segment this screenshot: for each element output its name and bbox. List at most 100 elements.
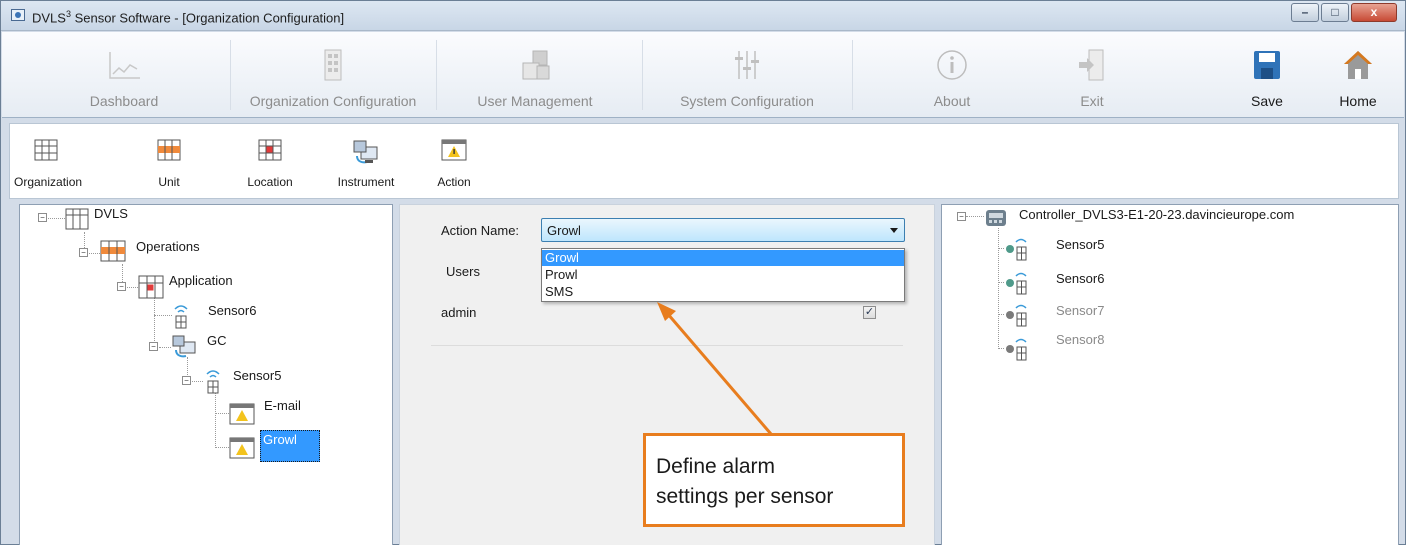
controller-sensor-5[interactable]: Sensor5 [1056,237,1104,252]
tree-node-gc[interactable]: GC [207,333,227,348]
toolbar-label: Organization Configuration [249,93,417,109]
tree-node-sensor6[interactable]: Sensor6 [208,303,256,318]
action-name-select[interactable]: Growl [541,218,905,242]
organization-grid-icon [65,208,89,230]
chevron-down-icon[interactable] [890,228,898,233]
instrument-computer-icon [353,140,378,164]
option-prowl[interactable]: Prowl [542,267,904,283]
dashboard-chart-icon [109,52,140,79]
grid-icon [34,139,58,161]
tree-node-dvls[interactable]: DVLS [94,206,128,221]
unit-grid-icon [100,240,126,262]
toolbar-system-configuration-button[interactable]: System Configuration [642,32,852,118]
tree-expander[interactable]: − [79,248,88,257]
tree-line [966,216,984,217]
sensor-icon [174,305,188,329]
title-bar: DVLS3 Sensor Software - [Organization Co… [1,1,1405,31]
toolbar-label: Dashboard [89,93,159,109]
location-grid-icon [138,275,164,299]
window-title: DVLS3 Sensor Software - [Organization Co… [32,9,345,26]
toolbar-label: About [933,93,971,109]
sensor-offline-icon [1006,338,1027,361]
toolbar-label: Exit [1080,93,1104,109]
tree-line [215,447,229,448]
floppy-disk-icon [1254,51,1280,79]
controller-icon [986,210,1006,226]
toolbar-label: Save [1251,93,1283,109]
tree-node-growl[interactable]: Growl [260,430,320,462]
option-growl[interactable]: Growl [542,250,904,266]
tree-line [154,315,172,316]
unit-grid-icon [157,139,181,161]
toolbar-label: System Configuration [680,93,814,109]
entity-toolbar-label: Organization [14,175,83,189]
tree-expander[interactable]: − [182,376,191,385]
add-instrument-button[interactable]: Instrument [324,124,408,198]
exit-door-icon [1079,49,1104,81]
add-unit-button[interactable]: Unit [142,124,196,198]
entity-toolbar-label: Unit [158,175,180,189]
tree-line [154,297,155,347]
toolbar-exit-button[interactable]: Exit [1037,32,1147,118]
controller-sensor-8[interactable]: Sensor8 [1056,332,1104,347]
tree-node-operations[interactable]: Operations [136,239,200,254]
action-name-label: Action Name: [441,223,520,238]
toolbar-save-button[interactable]: Save [1232,32,1302,118]
minimize-button[interactable]: – [1291,3,1319,22]
tree-expander[interactable]: − [38,213,47,222]
tree-expander[interactable]: − [149,342,158,351]
add-location-button[interactable]: Location [234,124,306,198]
toolbar-divider [852,40,853,110]
sensor-online-icon [1006,238,1027,261]
info-icon [937,50,967,80]
tree-node-email[interactable]: E-mail [264,398,301,413]
maximize-button[interactable]: □ [1321,3,1349,22]
tree-node-application[interactable]: Application [169,273,233,288]
option-sms[interactable]: SMS [542,284,904,300]
window-controls: – □ x [1289,3,1397,23]
users-icon [522,50,550,80]
tree-line [159,347,171,348]
sliders-icon [735,51,759,79]
tree-node-sensor5[interactable]: Sensor5 [233,368,281,383]
tree-node-growl-label: Growl [263,432,297,447]
entity-toolbar-label: Location [247,175,293,189]
home-icon [1344,51,1372,79]
entity-toolbar: Organization Unit Location Instrument Ac… [9,123,1399,199]
entity-toolbar-label: Instrument [337,175,395,189]
toolbar-home-button[interactable]: Home [1318,32,1398,118]
action-name-dropdown: Growl Prowl SMS [541,248,905,302]
toolbar-divider [436,40,437,110]
warning-window-icon [229,437,255,459]
close-button[interactable]: x [1351,3,1397,22]
warning-window-icon [441,139,467,161]
sensor-online-icon [1006,272,1027,295]
callout-line-1: Define alarm [656,455,776,478]
entity-toolbar-label: Action [437,175,471,189]
add-action-button[interactable]: Action [424,124,484,198]
controller-sensor-6[interactable]: Sensor6 [1056,271,1104,286]
warning-window-icon [229,403,255,425]
form-divider [431,345,903,346]
toolbar-user-management-button[interactable]: User Management [438,32,632,118]
tree-line [215,413,229,414]
add-organization-button[interactable]: Organization [14,124,83,198]
app-window: DVLS3 Sensor Software - [Organization Co… [0,0,1406,545]
sensor-offline-icon [1006,304,1027,327]
toolbar-organization-configuration-button[interactable]: Organization Configuration [230,32,436,118]
tree-line [215,391,216,448]
app-icon[interactable] [11,9,25,21]
toolbar-dashboard-button[interactable]: Dashboard [64,32,184,118]
tree-expander[interactable]: − [117,282,126,291]
toolbar-about-button[interactable]: About [882,32,1022,118]
user-admin-checkbox[interactable]: ✓ [863,306,876,319]
callout-line-2: settings per sensor [656,485,834,508]
action-name-value: Growl [547,223,581,238]
tree-line [998,228,999,349]
tree-expander[interactable]: − [957,212,966,221]
users-label: Users [446,264,480,279]
tree-node-controller[interactable]: Controller_DVLS3-E1-20-23.davincieurope.… [1019,207,1294,222]
toolbar-label: Home [1339,93,1377,109]
building-icon [324,49,342,81]
controller-sensor-7[interactable]: Sensor7 [1056,303,1104,318]
